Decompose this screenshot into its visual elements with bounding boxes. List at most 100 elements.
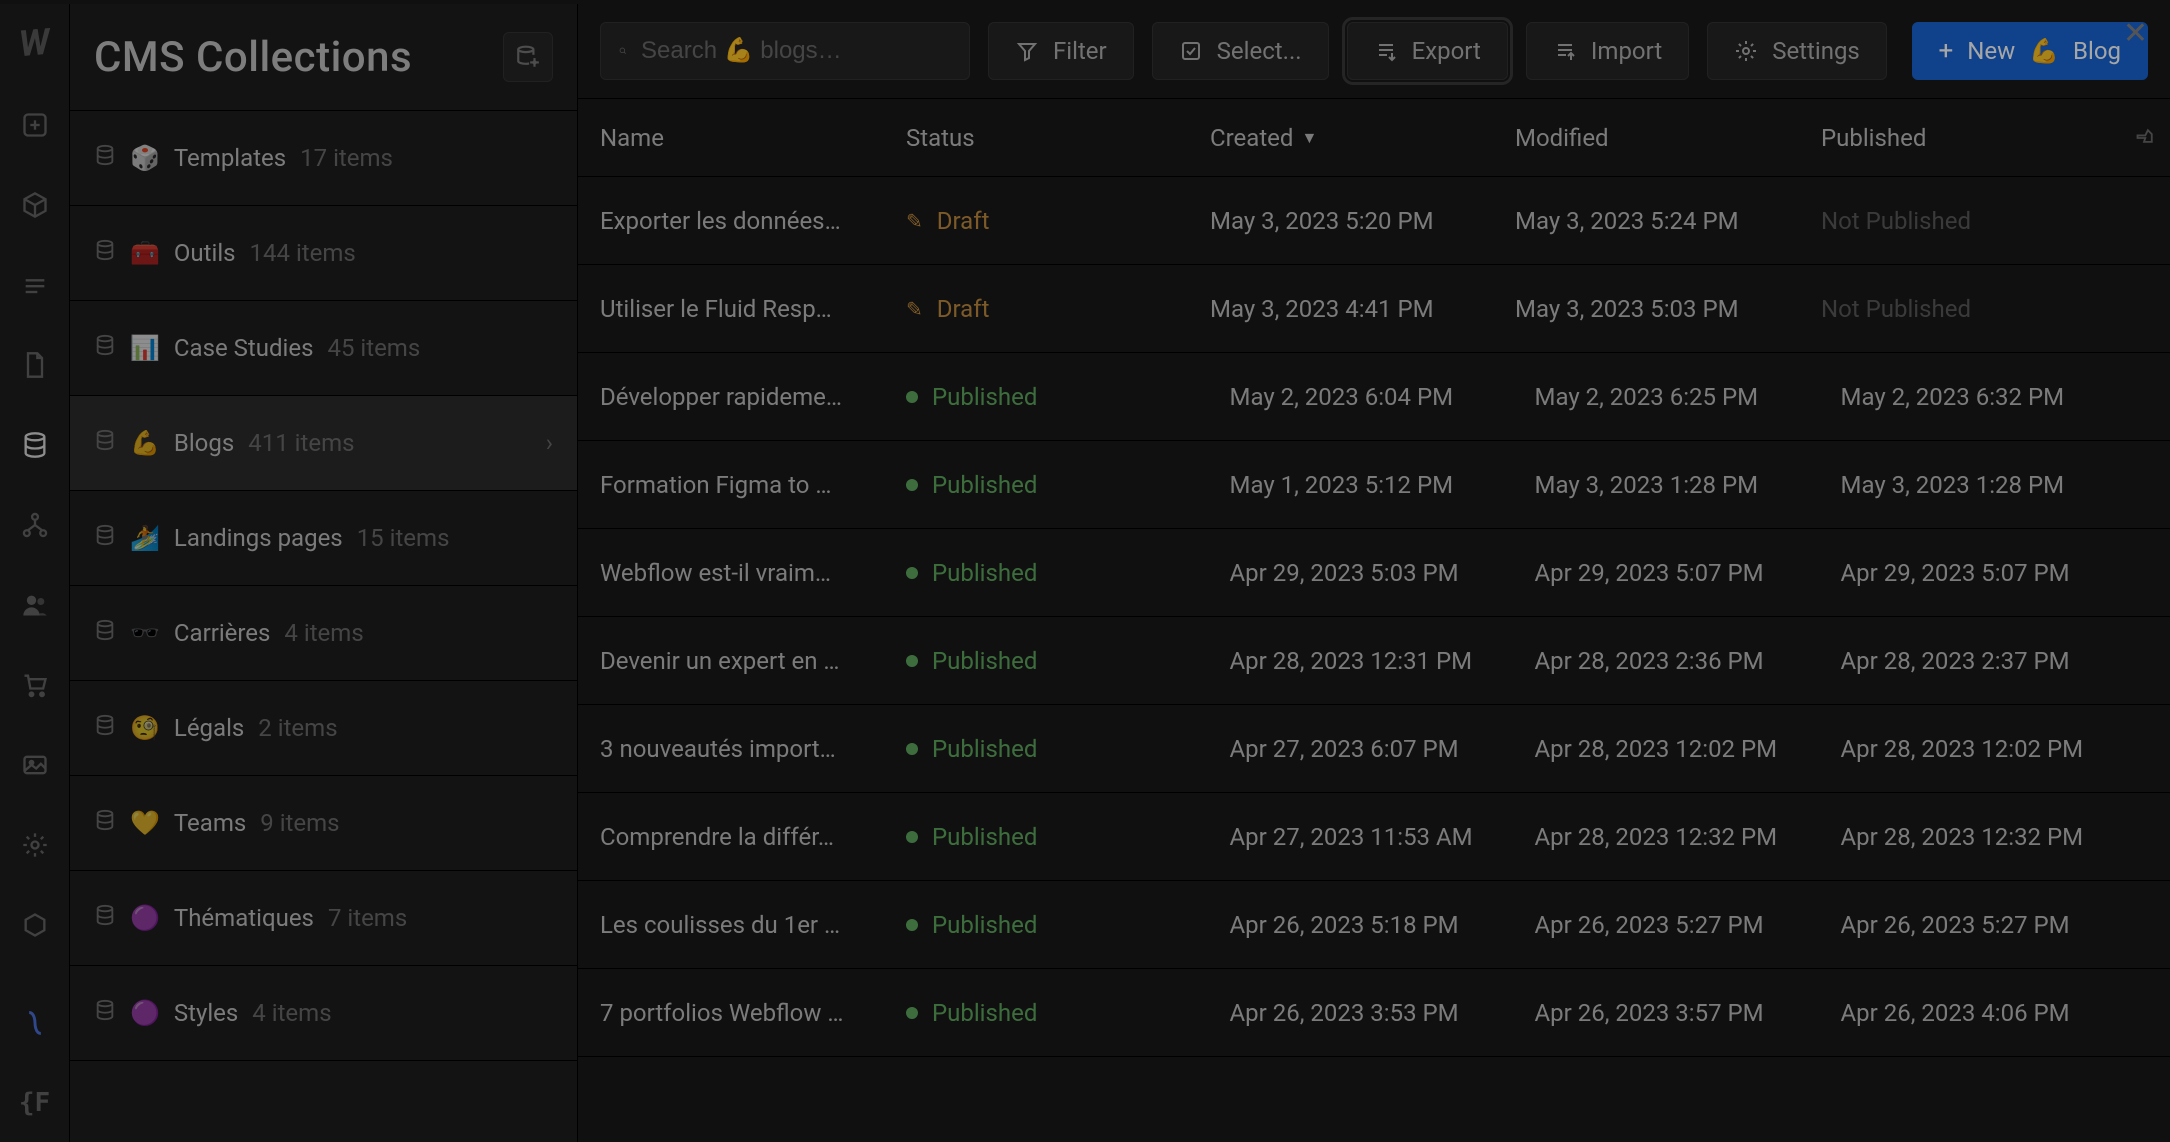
add-element-icon[interactable] bbox=[16, 106, 54, 144]
col-modified[interactable]: Modified bbox=[1515, 124, 1821, 152]
collection-item[interactable]: 🟣Styles4 items bbox=[70, 966, 577, 1061]
row-status: Published bbox=[906, 999, 1230, 1027]
row-modified: Apr 28, 2023 12:02 PM bbox=[1535, 735, 1841, 763]
nav-rail: W {F bbox=[0, 4, 70, 1142]
collection-emoji: 🟣 bbox=[130, 999, 160, 1027]
pages-icon[interactable] bbox=[16, 346, 54, 384]
row-published: May 3, 2023 1:28 PM bbox=[1841, 471, 2165, 499]
row-modified: May 2, 2023 6:25 PM bbox=[1535, 383, 1841, 411]
row-modified: May 3, 2023 5:24 PM bbox=[1515, 207, 1821, 235]
table-row[interactable]: 3 nouveautés import…PublishedApr 27, 202… bbox=[578, 705, 2170, 793]
col-status[interactable]: Status bbox=[906, 124, 1210, 152]
filter-button[interactable]: Filter bbox=[988, 22, 1134, 80]
database-icon bbox=[94, 239, 116, 267]
collection-item[interactable]: 🕶️Carrières4 items bbox=[70, 586, 577, 681]
status-dot-icon bbox=[906, 391, 918, 403]
integration-icon[interactable] bbox=[16, 1004, 54, 1042]
col-name[interactable]: Name bbox=[600, 124, 906, 152]
col-created[interactable]: Created▼ bbox=[1210, 124, 1515, 152]
row-modified: Apr 26, 2023 3:57 PM bbox=[1535, 999, 1841, 1027]
collection-emoji: 🟣 bbox=[130, 904, 160, 932]
new-label: Blog bbox=[2073, 37, 2121, 65]
collection-item[interactable]: 🧰Outils144 items bbox=[70, 206, 577, 301]
collection-item[interactable]: 🟣Thématiques7 items bbox=[70, 871, 577, 966]
close-icon[interactable]: ✕ bbox=[2123, 16, 2148, 51]
table-row[interactable]: Exporter les données…✎DraftMay 3, 2023 5… bbox=[578, 177, 2170, 265]
table-row[interactable]: Utiliser le Fluid Resp…✎DraftMay 3, 2023… bbox=[578, 265, 2170, 353]
row-created: May 3, 2023 4:41 PM bbox=[1210, 295, 1515, 323]
database-icon bbox=[94, 144, 116, 172]
add-collection-button[interactable] bbox=[503, 32, 553, 82]
row-modified: Apr 26, 2023 5:27 PM bbox=[1535, 911, 1841, 939]
collection-emoji: 🎲 bbox=[130, 144, 160, 172]
collection-name: Templates bbox=[174, 144, 286, 172]
chevron-right-icon: › bbox=[546, 429, 553, 457]
collection-item[interactable]: 💛Teams9 items bbox=[70, 776, 577, 871]
row-created: May 3, 2023 5:20 PM bbox=[1210, 207, 1515, 235]
assets-icon[interactable] bbox=[16, 746, 54, 784]
row-published: Apr 26, 2023 4:06 PM bbox=[1841, 999, 2165, 1027]
apps-icon[interactable] bbox=[16, 906, 54, 944]
table-row[interactable]: Formation Figma to …PublishedMay 1, 2023… bbox=[578, 441, 2170, 529]
collection-item[interactable]: 💪Blogs411 items› bbox=[70, 396, 577, 491]
settings-button[interactable]: Settings bbox=[1707, 22, 1887, 80]
collection-item[interactable]: 🧐Légals2 items bbox=[70, 681, 577, 776]
collection-count: 45 items bbox=[327, 334, 420, 362]
row-status: Published bbox=[906, 735, 1230, 763]
row-created: May 1, 2023 5:12 PM bbox=[1230, 471, 1535, 499]
table-row[interactable]: Comprendre la différ…PublishedApr 27, 20… bbox=[578, 793, 2170, 881]
table-row[interactable]: 7 portfolios Webflow …PublishedApr 26, 2… bbox=[578, 969, 2170, 1057]
status-dot-icon bbox=[906, 479, 918, 491]
row-published: Apr 28, 2023 2:37 PM bbox=[1841, 647, 2165, 675]
row-status: Published bbox=[906, 559, 1230, 587]
sort-desc-icon: ▼ bbox=[1301, 128, 1317, 148]
collection-emoji: 🧐 bbox=[130, 714, 160, 742]
row-modified: May 3, 2023 5:03 PM bbox=[1515, 295, 1821, 323]
settings-icon[interactable] bbox=[16, 826, 54, 864]
row-created: Apr 27, 2023 11:53 AM bbox=[1230, 823, 1535, 851]
import-button[interactable]: Import bbox=[1526, 22, 1689, 80]
collection-emoji: 🏄 bbox=[130, 524, 160, 552]
table-row[interactable]: Les coulisses du 1er …PublishedApr 26, 2… bbox=[578, 881, 2170, 969]
row-name: Utiliser le Fluid Resp… bbox=[600, 295, 906, 323]
webflow-logo[interactable]: W bbox=[17, 21, 51, 66]
row-status: Published bbox=[906, 911, 1230, 939]
status-dot-icon bbox=[906, 655, 918, 667]
col-published[interactable]: Published bbox=[1821, 124, 2124, 152]
sitemap-icon[interactable] bbox=[16, 506, 54, 544]
row-name: Exporter les données… bbox=[600, 207, 906, 235]
table-row[interactable]: Webflow est-il vraim…PublishedApr 29, 20… bbox=[578, 529, 2170, 617]
database-icon bbox=[94, 809, 116, 837]
ecommerce-icon[interactable] bbox=[16, 666, 54, 704]
row-published: Not Published bbox=[1821, 295, 2164, 323]
collection-item[interactable]: 🏄Landings pages15 items bbox=[70, 491, 577, 586]
new-item-button[interactable]: + New 💪 Blog bbox=[1912, 22, 2149, 80]
database-icon bbox=[94, 619, 116, 647]
new-prefix: New bbox=[1967, 37, 2015, 65]
table-header: Name Status Created▼ Modified Published bbox=[578, 99, 2170, 177]
export-button[interactable]: Export bbox=[1347, 22, 1508, 80]
users-icon[interactable] bbox=[16, 586, 54, 624]
variables-icon[interactable]: {F bbox=[16, 1084, 54, 1122]
collection-item[interactable]: 📊Case Studies45 items bbox=[70, 301, 577, 396]
select-icon bbox=[1179, 39, 1203, 63]
collection-item[interactable]: 🎲Templates17 items bbox=[70, 111, 577, 206]
row-modified: Apr 28, 2023 12:32 PM bbox=[1535, 823, 1841, 851]
row-modified: Apr 28, 2023 2:36 PM bbox=[1535, 647, 1841, 675]
search-wrapper[interactable] bbox=[600, 22, 970, 80]
pencil-icon: ✎ bbox=[906, 297, 923, 321]
layers-icon[interactable] bbox=[16, 266, 54, 304]
main-panel: Filter Select... Export Import Settings … bbox=[578, 4, 2170, 1142]
database-icon bbox=[94, 999, 116, 1027]
box-icon[interactable] bbox=[16, 186, 54, 224]
select-button[interactable]: Select... bbox=[1152, 22, 1329, 80]
collection-emoji: 💛 bbox=[130, 809, 160, 837]
search-input[interactable] bbox=[641, 37, 951, 65]
collection-name: Styles bbox=[174, 999, 238, 1027]
table-row[interactable]: Devenir un expert en …PublishedApr 28, 2… bbox=[578, 617, 2170, 705]
pin-column-button[interactable] bbox=[2124, 127, 2164, 149]
cms-icon[interactable] bbox=[16, 426, 54, 464]
table-row[interactable]: Développer rapideme…PublishedMay 2, 2023… bbox=[578, 353, 2170, 441]
plus-icon: + bbox=[1939, 38, 1954, 64]
status-dot-icon bbox=[906, 919, 918, 931]
